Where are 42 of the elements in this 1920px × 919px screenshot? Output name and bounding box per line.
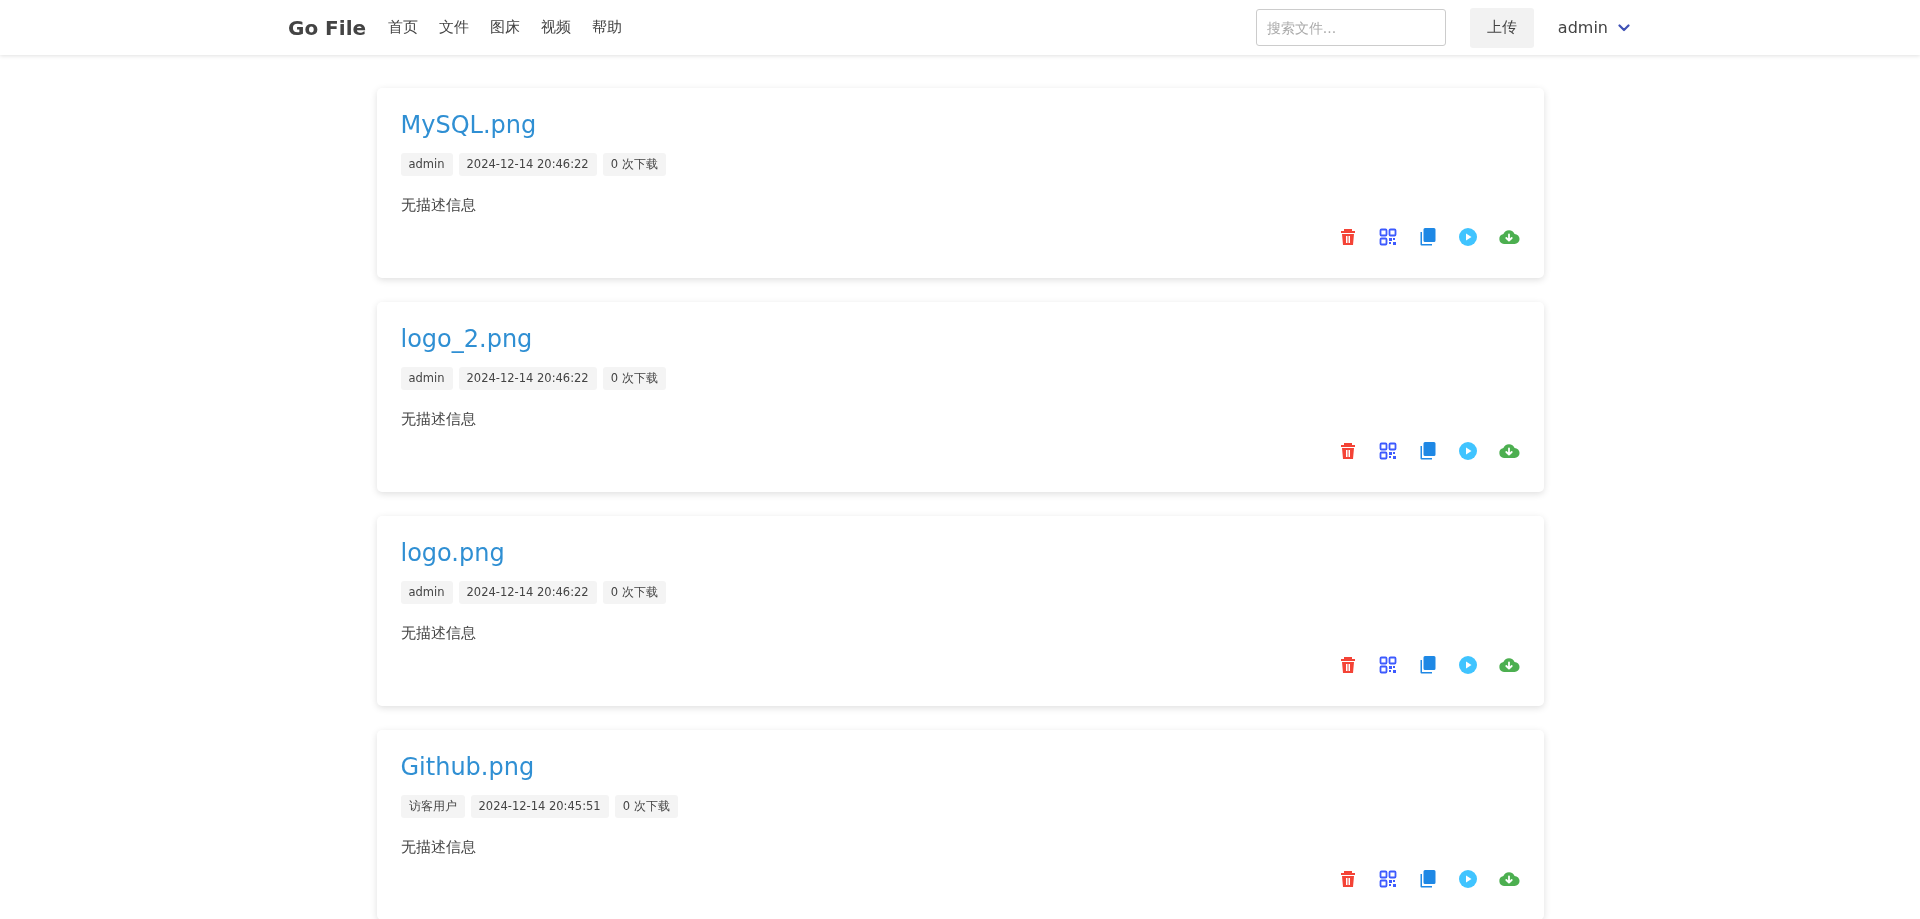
cloud-download-icon[interactable] <box>1497 869 1520 889</box>
upload-button[interactable]: 上传 <box>1469 7 1534 48</box>
qr-code-icon[interactable] <box>1377 655 1398 675</box>
nav-link[interactable]: 图床 <box>490 18 521 37</box>
nav-link[interactable]: 文件 <box>439 18 470 37</box>
nav-link[interactable]: 首页 <box>388 18 419 37</box>
downloads-tag: 0 次下载 <box>602 581 666 604</box>
uploader-tag: admin <box>400 581 453 604</box>
qr-code-icon[interactable] <box>1377 869 1398 889</box>
file-name-link[interactable]: logo.png <box>400 538 505 568</box>
caret-icon <box>1618 23 1630 32</box>
file-description: 无描述信息 <box>400 838 477 857</box>
play-icon[interactable] <box>1457 869 1478 889</box>
time-tag: 2024-12-14 20:46:22 <box>458 581 597 604</box>
uploader-tag: admin <box>400 367 453 390</box>
qr-code-icon[interactable] <box>1377 441 1398 461</box>
search-field[interactable]: 搜索文件... <box>1255 9 1446 46</box>
downloads-tag: 0 次下载 <box>614 795 678 818</box>
user-menu[interactable]: admin <box>1557 18 1630 37</box>
cloud-download-icon[interactable] <box>1497 227 1520 247</box>
downloads-tag: 0 次下载 <box>602 153 666 176</box>
file-name-link[interactable]: MySQL.png <box>400 110 537 140</box>
file-description: 无描述信息 <box>400 410 477 429</box>
qr-code-icon[interactable] <box>1377 227 1398 247</box>
nav-link[interactable]: 帮助 <box>592 18 623 37</box>
file-name-link[interactable]: logo_2.png <box>400 324 533 354</box>
nav-link[interactable]: 视频 <box>541 18 572 37</box>
file-description: 无描述信息 <box>400 624 477 643</box>
play-icon[interactable] <box>1457 655 1478 675</box>
play-icon[interactable] <box>1457 441 1478 461</box>
file-name-link[interactable]: Github.png <box>400 752 535 782</box>
downloads-tag: 0 次下载 <box>602 367 666 390</box>
cloud-download-icon[interactable] <box>1497 441 1520 461</box>
site-logo[interactable]: Go File <box>288 15 367 40</box>
file-description: 无描述信息 <box>400 196 477 215</box>
time-tag: 2024-12-14 20:45:51 <box>470 795 609 818</box>
cloud-download-icon[interactable] <box>1497 655 1520 675</box>
time-tag: 2024-12-14 20:46:22 <box>458 153 597 176</box>
play-icon[interactable] <box>1457 227 1478 247</box>
uploader-tag: 访客用户 <box>400 795 465 818</box>
uploader-tag: admin <box>400 153 453 176</box>
time-tag: 2024-12-14 20:46:22 <box>458 367 597 390</box>
